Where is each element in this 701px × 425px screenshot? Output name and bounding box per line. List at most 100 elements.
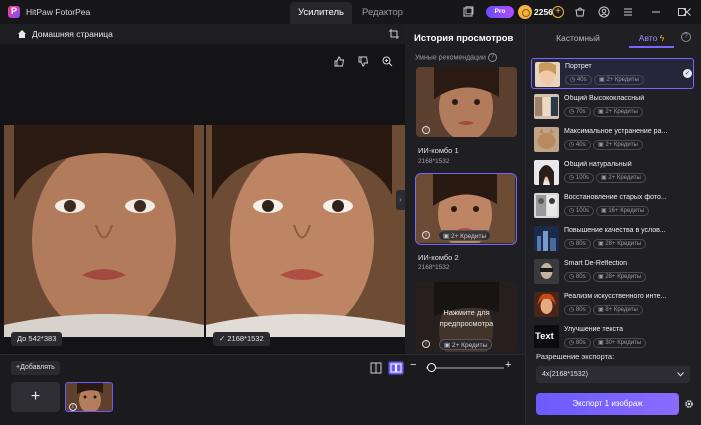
side-by-side-icon[interactable] <box>388 361 404 375</box>
thumbs-up-icon[interactable] <box>334 56 345 67</box>
mode-time: ◷ 80s <box>564 305 591 315</box>
add-button[interactable]: +Добавлять <box>11 361 60 375</box>
tab-auto[interactable]: Авто ϟ <box>629 28 674 48</box>
mode-credits: ▣ 8+ Кредиты <box>593 305 643 315</box>
mode-time-value: 80s <box>575 340 586 346</box>
pro-badge[interactable]: Pro <box>486 6 514 18</box>
mode-thumb <box>534 226 559 251</box>
after-image <box>206 125 405 337</box>
before-size-label: До 542*383 <box>11 332 63 346</box>
before-image <box>4 125 204 337</box>
credit-pill: ▣ 2+ Кредиты <box>438 230 492 241</box>
mode-credits: ▣ 2+ Кредиты <box>593 140 643 150</box>
export-button[interactable]: Экспорт 1 изображ <box>536 393 679 415</box>
collapse-arrow-icon[interactable]: › <box>396 190 405 210</box>
mode-credits: ▣ 30+ Кредиты <box>593 338 647 348</box>
mode-time-value: 80s <box>575 274 586 280</box>
add-image-button[interactable]: + <box>11 382 60 412</box>
tab-editor[interactable]: Редактор <box>355 2 410 24</box>
mode-name: Smart De-Reflection <box>564 260 628 267</box>
mode-item-general-natural[interactable]: Общий натуральный ◷ 100s ▣ 2+ Кредиты <box>531 157 694 188</box>
zoom-slider-knob[interactable] <box>426 363 436 372</box>
minimize-icon[interactable] <box>650 6 662 18</box>
smart-label-text: Умные рекомендации <box>415 54 486 62</box>
zoom-in-icon[interactable] <box>382 56 393 67</box>
export-resolution-label: Разрешение экспорта: <box>536 352 615 361</box>
mode-credits-value: 28+ Кредиты <box>605 274 642 280</box>
mode-credits-value: 2+ Кредиты <box>605 142 638 148</box>
mode-thumb: Text <box>534 325 559 348</box>
mode-time: ◷ 80s <box>564 338 591 348</box>
mode-credits: ▣ 16+ Кредиты <box>596 206 650 216</box>
mode-credits-value: 2+ Кредиты <box>606 77 639 83</box>
chevron-down-icon <box>677 372 684 377</box>
menu-icon[interactable] <box>622 6 634 18</box>
mode-item-low-light[interactable]: Повышение качества в услов... ◷ 80s ▣ 28… <box>531 223 694 254</box>
home-icon[interactable] <box>17 29 27 39</box>
mode-item-old-photo-restore[interactable]: Восстановление старых фото... ◷ 100s ▣ 1… <box>531 190 694 221</box>
close-icon[interactable] <box>681 6 693 18</box>
account-icon[interactable] <box>598 6 610 18</box>
queue-icon[interactable] <box>462 6 474 18</box>
mode-name: Восстановление старых фото... <box>564 194 667 201</box>
credit-icon: ▣ <box>444 342 452 349</box>
clock-icon: ◷ <box>569 208 576 214</box>
mode-item-smart-dereflection[interactable]: Smart De-Reflection ◷ 80s ▣ 28+ Кредиты <box>531 256 694 287</box>
card-info-icon[interactable]: i <box>422 126 430 134</box>
image-thumbnail[interactable]: i <box>65 382 113 412</box>
tab-enhancer[interactable]: Усилитель <box>290 2 352 24</box>
mode-item-portrait[interactable]: Портрет ◷ 40s ▣ 2+ Кредиты ✓ <box>531 58 694 89</box>
history-panel: История просмотров Умные рекомендации? i… <box>405 24 525 354</box>
tab-custom[interactable]: Кастомный <box>528 28 628 48</box>
mode-time: ◷ 100s <box>564 206 594 216</box>
crop-icon[interactable] <box>389 29 399 39</box>
history-title: История просмотров <box>414 33 514 44</box>
mode-item-general-premium[interactable]: Общий Высококлассный ◷ 70s ▣ 2+ Кредиты <box>531 91 694 122</box>
split-view-icon[interactable] <box>369 361 383 375</box>
mode-time-value: 100s <box>575 208 589 214</box>
buy-credits-button[interactable]: + <box>552 6 564 18</box>
mode-thumb <box>534 193 559 218</box>
mode-time: ◷ 100s <box>564 173 594 183</box>
mode-item-max-denoise[interactable]: Максимальное устранение ра... ◷ 40s ▣ 2+… <box>531 124 694 155</box>
gear-icon[interactable] <box>684 399 694 409</box>
mode-name: Общий натуральный <box>564 161 632 168</box>
thumb-info-icon[interactable]: i <box>69 403 77 411</box>
mode-credits-value: 8+ Кредиты <box>605 307 638 313</box>
mode-credits: ▣ 28+ Кредиты <box>593 239 647 249</box>
mode-item-text-enhance[interactable]: Text Улучшение текста ◷ 80s ▣ 30+ Кредит… <box>531 322 694 348</box>
history-card-2-size: 2168*1532 <box>418 264 450 271</box>
mode-time: ◷ 80s <box>564 239 591 249</box>
history-card-1[interactable]: i <box>416 67 517 137</box>
canvas-area: Домашняя страница До 542*383 ✓ 2168*1532… <box>0 24 405 354</box>
mode-credits-value: 28+ Кредиты <box>605 241 642 247</box>
shop-icon[interactable] <box>574 6 586 18</box>
mode-name: Реализм искусственного инте... <box>564 293 667 300</box>
bottom-toolbar: +Добавлять + i − + <box>0 354 525 425</box>
zoom-out-button[interactable]: − <box>410 359 416 371</box>
history-card-3[interactable]: Нажмите для предпросмотра i ▣ 2+ Кредиты <box>416 282 517 352</box>
home-label[interactable]: Домашняя страница <box>32 29 113 39</box>
zoom-in-button[interactable]: + <box>505 359 511 371</box>
credit-icon: ▣ <box>443 233 451 240</box>
preview-line-2: предпросмотра <box>439 319 494 328</box>
title-bar: HitPaw FotorPea Усилитель Редактор Pro 2… <box>0 0 701 24</box>
history-card-2[interactable]: i ▣ 2+ Кредиты <box>415 173 517 245</box>
tab-auto-label: Авто <box>638 33 658 43</box>
clock-icon: ◷ <box>570 77 577 83</box>
mode-item-ai-realism[interactable]: Реализм искусственного инте... ◷ 80s ▣ 8… <box>531 289 694 320</box>
help-icon[interactable]: ? <box>681 32 691 42</box>
clock-icon: ◷ <box>569 175 576 181</box>
text-thumb-label: Text <box>535 331 554 342</box>
zoom-slider[interactable] <box>426 367 504 369</box>
thumbs-down-icon[interactable] <box>358 56 369 67</box>
export-resolution-select[interactable]: 4x(2168*1532) <box>536 366 690 383</box>
card-info-icon[interactable]: i <box>422 231 430 239</box>
app-logo-icon <box>8 6 20 18</box>
mode-time: ◷ 40s <box>564 140 591 150</box>
help-icon[interactable]: ? <box>487 53 497 62</box>
lightning-icon: ϟ <box>657 33 665 43</box>
mode-credits: ▣ 2+ Кредиты <box>596 173 646 183</box>
clock-icon: ◷ <box>569 109 576 115</box>
card-info-icon[interactable]: i <box>422 340 430 348</box>
